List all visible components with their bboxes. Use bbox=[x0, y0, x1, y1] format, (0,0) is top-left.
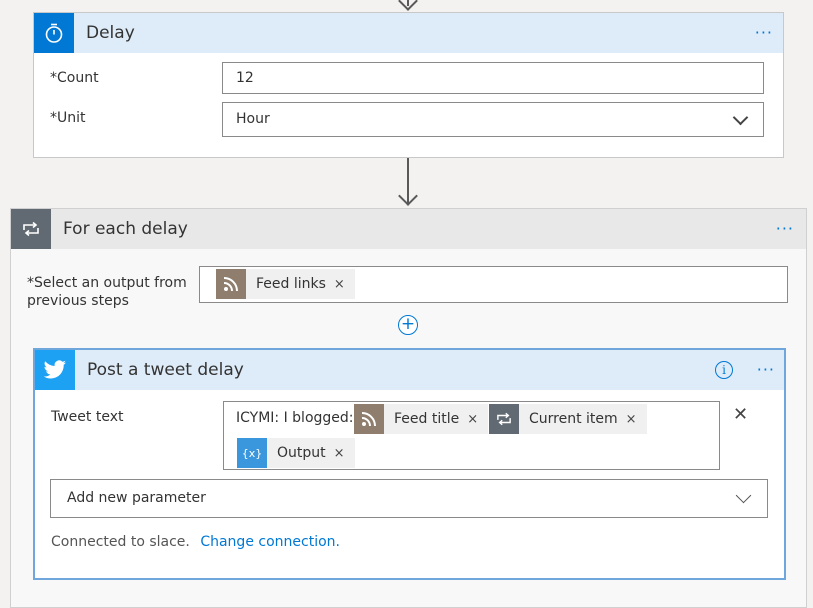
twitter-bird-icon bbox=[35, 350, 75, 390]
timer-icon bbox=[34, 13, 74, 53]
unit-required-mark: * bbox=[50, 110, 57, 126]
tweet-card-header[interactable]: Post a tweet delay i ··· bbox=[35, 350, 784, 390]
delay-more-menu-button[interactable]: ··· bbox=[755, 13, 773, 53]
feed-title-remove-icon[interactable]: × bbox=[467, 412, 488, 427]
tweet-more-menu-button[interactable]: ··· bbox=[757, 350, 775, 390]
variable-icon: {x} bbox=[237, 438, 267, 468]
count-required-mark: * bbox=[50, 70, 57, 86]
info-icon[interactable]: i bbox=[715, 361, 733, 379]
output-token: {x} Output × bbox=[237, 438, 355, 468]
tweet-text-label: Tweet text bbox=[51, 409, 124, 425]
rss-icon bbox=[216, 269, 246, 299]
delay-card-header[interactable]: Delay ··· bbox=[34, 13, 783, 53]
loop-icon bbox=[489, 404, 519, 434]
current-item-token-label: Current item bbox=[529, 411, 618, 427]
tweet-card: Post a tweet delay i ··· Tweet text ICYM… bbox=[33, 348, 786, 580]
feed-title-token: Feed title × bbox=[354, 404, 489, 434]
select-output-label-line1: *Select an output from bbox=[27, 275, 187, 291]
middle-connector-arrow bbox=[398, 186, 418, 206]
count-input[interactable]: 12 bbox=[222, 62, 764, 94]
add-parameter-select[interactable]: Add new parameter bbox=[50, 479, 768, 518]
foreach-header[interactable]: For each delay ··· bbox=[11, 209, 806, 249]
foreach-title: For each delay bbox=[63, 219, 188, 239]
top-connector-arrow bbox=[398, 0, 418, 11]
select-output-label-line2: previous steps bbox=[27, 293, 129, 309]
unit-select-value: Hour bbox=[236, 111, 270, 127]
delay-card-title: Delay bbox=[86, 23, 135, 43]
unit-select[interactable]: Hour bbox=[222, 102, 764, 137]
select-output-label: *Select an output from previous steps bbox=[27, 274, 187, 310]
chevron-down-icon[interactable] bbox=[735, 487, 752, 504]
output-token-label: Output bbox=[277, 445, 326, 461]
clear-field-icon[interactable]: ✕ bbox=[733, 404, 748, 425]
current-item-token: Current item × bbox=[489, 404, 647, 434]
rss-icon bbox=[354, 404, 384, 434]
loop-icon bbox=[11, 209, 51, 249]
tweet-card-title: Post a tweet delay bbox=[87, 360, 244, 380]
count-label-text: Count bbox=[57, 70, 99, 86]
delay-card: Delay ··· *Count 12 *Unit Hour bbox=[33, 12, 784, 158]
foreach-scope: For each delay ··· *Select an output fro… bbox=[10, 208, 807, 608]
tweet-prefix-text: ICYMI: I blogged: bbox=[236, 410, 354, 426]
change-connection-link[interactable]: Change connection. bbox=[200, 534, 340, 550]
output-remove-icon[interactable]: × bbox=[334, 446, 355, 461]
add-parameter-label: Add new parameter bbox=[67, 490, 206, 506]
unit-label: *Unit bbox=[50, 110, 86, 126]
add-action-button[interactable]: + bbox=[398, 315, 418, 335]
current-item-remove-icon[interactable]: × bbox=[626, 412, 647, 427]
connection-info: Connected to slace. Change connection. bbox=[51, 534, 340, 550]
unit-label-text: Unit bbox=[57, 110, 86, 126]
feed-links-remove-icon[interactable]: × bbox=[334, 277, 355, 292]
feed-links-token: Feed links × bbox=[216, 269, 355, 299]
tweet-text-input[interactable]: ICYMI: I blogged: Feed title × Current i… bbox=[223, 401, 720, 470]
chevron-down-icon[interactable] bbox=[732, 109, 749, 126]
foreach-more-menu-button[interactable]: ··· bbox=[776, 209, 794, 249]
connected-text: Connected to slace. bbox=[51, 534, 190, 550]
select-output-input[interactable]: Feed links × bbox=[199, 266, 788, 303]
feed-links-token-label: Feed links bbox=[256, 276, 326, 292]
feed-title-token-label: Feed title bbox=[394, 411, 460, 427]
count-label: *Count bbox=[50, 70, 99, 86]
